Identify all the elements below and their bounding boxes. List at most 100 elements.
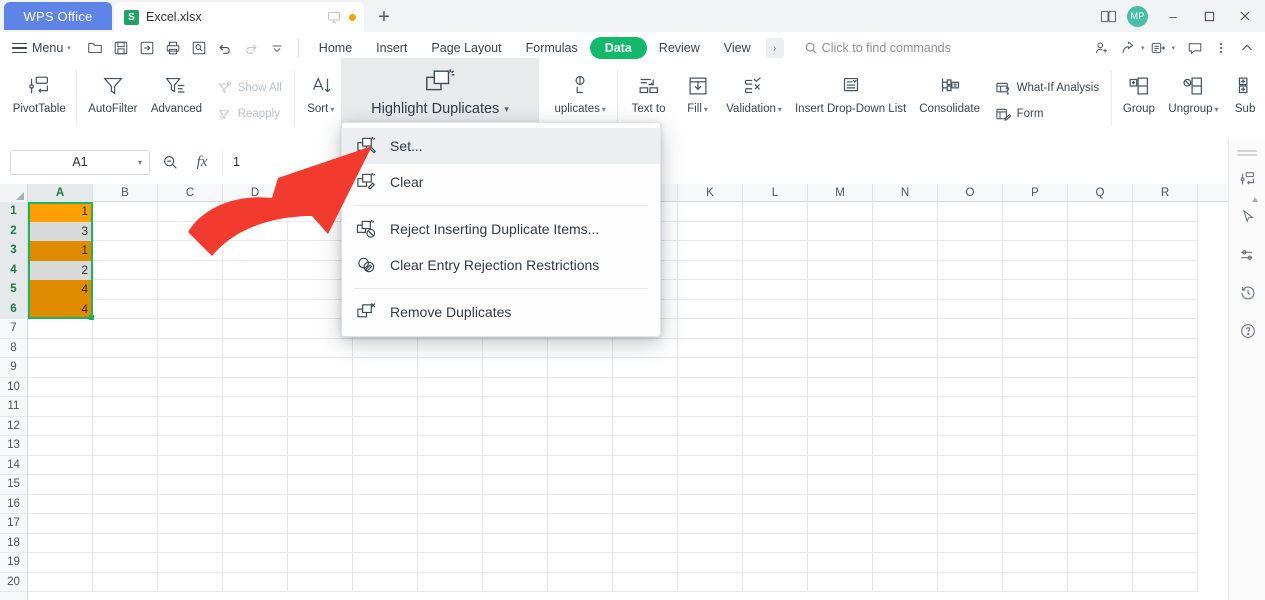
cell-J9[interactable] bbox=[613, 358, 678, 378]
cell-O3[interactable] bbox=[938, 241, 1003, 261]
cell-B20[interactable] bbox=[93, 573, 158, 593]
cell-L11[interactable] bbox=[743, 397, 808, 417]
ribbon-sort-button[interactable]: Sort▾ bbox=[299, 64, 343, 134]
cell-H19[interactable] bbox=[483, 553, 548, 573]
cell-K1[interactable] bbox=[678, 202, 743, 222]
cell-O5[interactable] bbox=[938, 280, 1003, 300]
cell-K17[interactable] bbox=[678, 514, 743, 534]
cell-I11[interactable] bbox=[548, 397, 613, 417]
cell-Q5[interactable] bbox=[1068, 280, 1133, 300]
cell-M15[interactable] bbox=[808, 475, 873, 495]
cell-O7[interactable] bbox=[938, 319, 1003, 339]
cell-A11[interactable] bbox=[28, 397, 93, 417]
cell-B5[interactable] bbox=[93, 280, 158, 300]
cell-A9[interactable] bbox=[28, 358, 93, 378]
cell-A15[interactable] bbox=[28, 475, 93, 495]
cell-H15[interactable] bbox=[483, 475, 548, 495]
cell-P1[interactable] bbox=[1003, 202, 1068, 222]
cell-R8[interactable] bbox=[1133, 339, 1198, 359]
cell-N20[interactable] bbox=[873, 573, 938, 593]
tab-view[interactable]: View bbox=[712, 37, 763, 59]
tab-review[interactable]: Review bbox=[647, 37, 712, 59]
cell-A10[interactable] bbox=[28, 378, 93, 398]
cell-P15[interactable] bbox=[1003, 475, 1068, 495]
sidebar-pivot-icon[interactable] bbox=[1229, 160, 1265, 198]
cell-M14[interactable] bbox=[808, 456, 873, 476]
cell-Q11[interactable] bbox=[1068, 397, 1133, 417]
cell-M10[interactable] bbox=[808, 378, 873, 398]
ribbon-validation-button[interactable]: Validation▾ bbox=[720, 64, 789, 134]
cell-P17[interactable] bbox=[1003, 514, 1068, 534]
cell-C2[interactable] bbox=[158, 222, 223, 242]
tab-formulas[interactable]: Formulas bbox=[514, 37, 590, 59]
cell-D4[interactable] bbox=[223, 261, 288, 281]
cell-O12[interactable] bbox=[938, 417, 1003, 437]
ribbon-autofilter-button[interactable]: AutoFilter bbox=[81, 64, 144, 134]
cell-B11[interactable] bbox=[93, 397, 158, 417]
ribbon-consolidate-button[interactable]: Consolidate bbox=[913, 64, 987, 134]
find-commands-box[interactable]: Click to find commands bbox=[804, 41, 951, 55]
cell-A6[interactable]: 4 bbox=[28, 300, 93, 320]
menu-button[interactable]: Menu ▾ bbox=[0, 35, 77, 61]
cell-L5[interactable] bbox=[743, 280, 808, 300]
cell-R19[interactable] bbox=[1133, 553, 1198, 573]
cell-Q12[interactable] bbox=[1068, 417, 1133, 437]
cell-D15[interactable] bbox=[223, 475, 288, 495]
cell-P19[interactable] bbox=[1003, 553, 1068, 573]
cell-R17[interactable] bbox=[1133, 514, 1198, 534]
more-options-icon[interactable] bbox=[1209, 36, 1233, 60]
cell-O1[interactable] bbox=[938, 202, 1003, 222]
insert-function-icon[interactable]: fx bbox=[190, 150, 214, 174]
cell-I16[interactable] bbox=[548, 495, 613, 515]
cell-D6[interactable] bbox=[223, 300, 288, 320]
wps-office-badge[interactable]: WPS Office bbox=[4, 2, 112, 30]
cell-F15[interactable] bbox=[353, 475, 418, 495]
cell-N5[interactable] bbox=[873, 280, 938, 300]
cell-B4[interactable] bbox=[93, 261, 158, 281]
cell-H14[interactable] bbox=[483, 456, 548, 476]
cell-F11[interactable] bbox=[353, 397, 418, 417]
cell-H16[interactable] bbox=[483, 495, 548, 515]
cell-E17[interactable] bbox=[288, 514, 353, 534]
row-header-5[interactable]: 5 bbox=[0, 280, 27, 300]
cell-R6[interactable] bbox=[1133, 300, 1198, 320]
cell-H10[interactable] bbox=[483, 378, 548, 398]
cell-G11[interactable] bbox=[418, 397, 483, 417]
comment-icon[interactable] bbox=[1183, 36, 1207, 60]
row-header-14[interactable]: 14 bbox=[0, 456, 27, 476]
ribbon-advanced-button[interactable]: Advanced bbox=[144, 64, 209, 134]
cell-E18[interactable] bbox=[288, 534, 353, 554]
cell-C15[interactable] bbox=[158, 475, 223, 495]
cell-R3[interactable] bbox=[1133, 241, 1198, 261]
cell-Q9[interactable] bbox=[1068, 358, 1133, 378]
cell-A1[interactable]: 1 bbox=[28, 202, 93, 222]
cell-I20[interactable] bbox=[548, 573, 613, 593]
name-box[interactable]: A1 ▾ bbox=[10, 150, 150, 175]
cell-C5[interactable] bbox=[158, 280, 223, 300]
cell-B9[interactable] bbox=[93, 358, 158, 378]
cell-K7[interactable] bbox=[678, 319, 743, 339]
tabs-overflow-button[interactable]: › bbox=[766, 38, 784, 58]
cell-L16[interactable] bbox=[743, 495, 808, 515]
cell-F8[interactable] bbox=[353, 339, 418, 359]
cell-L1[interactable] bbox=[743, 202, 808, 222]
cell-F18[interactable] bbox=[353, 534, 418, 554]
cell-B12[interactable] bbox=[93, 417, 158, 437]
cell-C19[interactable] bbox=[158, 553, 223, 573]
cell-L12[interactable] bbox=[743, 417, 808, 437]
cell-G19[interactable] bbox=[418, 553, 483, 573]
cell-D10[interactable] bbox=[223, 378, 288, 398]
ribbon-ungroup-button[interactable]: Ungroup▾ bbox=[1162, 64, 1226, 134]
cell-N3[interactable] bbox=[873, 241, 938, 261]
cell-G14[interactable] bbox=[418, 456, 483, 476]
cell-M5[interactable] bbox=[808, 280, 873, 300]
cell-E9[interactable] bbox=[288, 358, 353, 378]
cell-D12[interactable] bbox=[223, 417, 288, 437]
cell-I9[interactable] bbox=[548, 358, 613, 378]
cell-O14[interactable] bbox=[938, 456, 1003, 476]
cell-G16[interactable] bbox=[418, 495, 483, 515]
cell-R5[interactable] bbox=[1133, 280, 1198, 300]
cell-H12[interactable] bbox=[483, 417, 548, 437]
cell-Q7[interactable] bbox=[1068, 319, 1133, 339]
cell-L6[interactable] bbox=[743, 300, 808, 320]
